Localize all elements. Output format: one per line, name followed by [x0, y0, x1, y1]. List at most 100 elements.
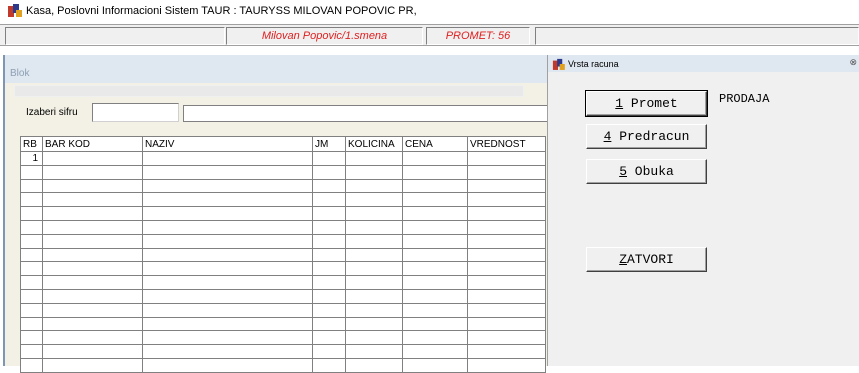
cell-cena[interactable]	[402, 288, 468, 304]
cell-vrednost[interactable]	[467, 330, 546, 346]
table-row[interactable]	[20, 261, 546, 277]
cell-kolicina[interactable]	[345, 233, 403, 249]
cell-naziv[interactable]	[142, 275, 313, 290]
cell-cena[interactable]	[402, 178, 468, 194]
cell-cena[interactable]	[402, 302, 468, 318]
cell-vrednost[interactable]	[467, 302, 546, 318]
cell-naziv[interactable]	[142, 233, 313, 249]
cell-jm[interactable]	[312, 275, 346, 290]
cell-naziv[interactable]	[142, 206, 313, 221]
cell-naziv[interactable]	[142, 357, 313, 373]
cell-naziv[interactable]	[142, 261, 313, 277]
cell-kolicina[interactable]	[345, 219, 403, 235]
cell-kolicina[interactable]	[345, 261, 403, 277]
promet-button[interactable]: 1 Promet	[585, 90, 708, 117]
cell-cena[interactable]	[402, 206, 468, 221]
cell-bar-kod[interactable]	[42, 178, 143, 194]
cell-jm[interactable]	[312, 219, 346, 235]
cell-cena[interactable]	[402, 316, 468, 332]
cell-cena[interactable]	[402, 233, 468, 249]
cell-kolicina[interactable]	[345, 357, 403, 373]
cell-cena[interactable]	[402, 192, 468, 208]
cell-cena[interactable]	[402, 164, 468, 180]
cell-vrednost[interactable]	[467, 192, 546, 208]
cell-naziv[interactable]	[142, 288, 313, 304]
table-row[interactable]	[20, 164, 546, 180]
cell-rb[interactable]	[20, 344, 43, 359]
cell-jm[interactable]	[312, 344, 346, 359]
cell-bar-kod[interactable]	[42, 316, 143, 332]
cell-vrednost[interactable]	[467, 178, 546, 194]
cell-cena[interactable]	[402, 151, 468, 166]
cell-cena[interactable]	[402, 275, 468, 290]
cell-naziv[interactable]	[142, 192, 313, 208]
cell-bar-kod[interactable]	[42, 192, 143, 208]
cell-jm[interactable]	[312, 206, 346, 221]
cell-kolicina[interactable]	[345, 192, 403, 208]
predracun-button[interactable]: 4 Predracun	[586, 124, 707, 149]
cell-jm[interactable]	[312, 233, 346, 249]
cell-bar-kod[interactable]	[42, 275, 143, 290]
cell-rb[interactable]	[20, 219, 43, 235]
cell-jm[interactable]	[312, 192, 346, 208]
cell-jm[interactable]	[312, 330, 346, 346]
cell-naziv[interactable]	[142, 247, 313, 263]
cell-kolicina[interactable]	[345, 302, 403, 318]
cell-rb[interactable]	[20, 357, 43, 373]
cell-naziv[interactable]	[142, 164, 313, 180]
cell-jm[interactable]	[312, 357, 346, 373]
cell-vrednost[interactable]	[467, 344, 546, 359]
cell-bar-kod[interactable]	[42, 302, 143, 318]
cell-cena[interactable]	[402, 344, 468, 359]
cell-naziv[interactable]	[142, 151, 313, 166]
cell-rb[interactable]	[20, 164, 43, 180]
table-row[interactable]	[20, 330, 546, 346]
cell-rb[interactable]	[20, 302, 43, 318]
cell-bar-kod[interactable]	[42, 330, 143, 346]
cell-vrednost[interactable]	[467, 151, 546, 166]
table-row[interactable]	[20, 275, 546, 290]
cell-naziv[interactable]	[142, 178, 313, 194]
cell-kolicina[interactable]	[345, 247, 403, 263]
cell-vrednost[interactable]	[467, 233, 546, 249]
cell-naziv[interactable]	[142, 330, 313, 346]
table-row[interactable]	[20, 247, 546, 263]
table-row[interactable]	[20, 206, 546, 221]
table-row[interactable]	[20, 288, 546, 304]
table-row[interactable]	[20, 316, 546, 332]
cell-bar-kod[interactable]	[42, 344, 143, 359]
table-row[interactable]: 1	[20, 151, 546, 166]
cell-bar-kod[interactable]	[42, 206, 143, 221]
cell-cena[interactable]	[402, 357, 468, 373]
table-row[interactable]	[20, 233, 546, 249]
cell-vrednost[interactable]	[467, 357, 546, 373]
cell-vrednost[interactable]	[467, 247, 546, 263]
cell-naziv[interactable]	[142, 344, 313, 359]
cell-kolicina[interactable]	[345, 178, 403, 194]
table-row[interactable]	[20, 219, 546, 235]
cell-kolicina[interactable]	[345, 344, 403, 359]
table-row[interactable]	[20, 302, 546, 318]
cell-vrednost[interactable]	[467, 275, 546, 290]
cell-cena[interactable]	[402, 247, 468, 263]
cell-jm[interactable]	[312, 288, 346, 304]
cell-kolicina[interactable]	[345, 330, 403, 346]
cell-vrednost[interactable]	[467, 219, 546, 235]
cell-vrednost[interactable]	[467, 288, 546, 304]
cell-jm[interactable]	[312, 247, 346, 263]
cell-cena[interactable]	[402, 330, 468, 346]
cell-cena[interactable]	[402, 219, 468, 235]
cell-jm[interactable]	[312, 164, 346, 180]
cell-bar-kod[interactable]	[42, 288, 143, 304]
close-icon[interactable]: ⊗	[849, 57, 857, 68]
table-row[interactable]	[20, 192, 546, 208]
cell-rb[interactable]	[20, 233, 43, 249]
cell-bar-kod[interactable]	[42, 219, 143, 235]
cell-cena[interactable]	[402, 261, 468, 277]
cell-naziv[interactable]	[142, 302, 313, 318]
cell-kolicina[interactable]	[345, 275, 403, 290]
cell-bar-kod[interactable]	[42, 247, 143, 263]
cell-jm[interactable]	[312, 178, 346, 194]
cell-rb[interactable]	[20, 316, 43, 332]
cell-naziv[interactable]	[142, 316, 313, 332]
